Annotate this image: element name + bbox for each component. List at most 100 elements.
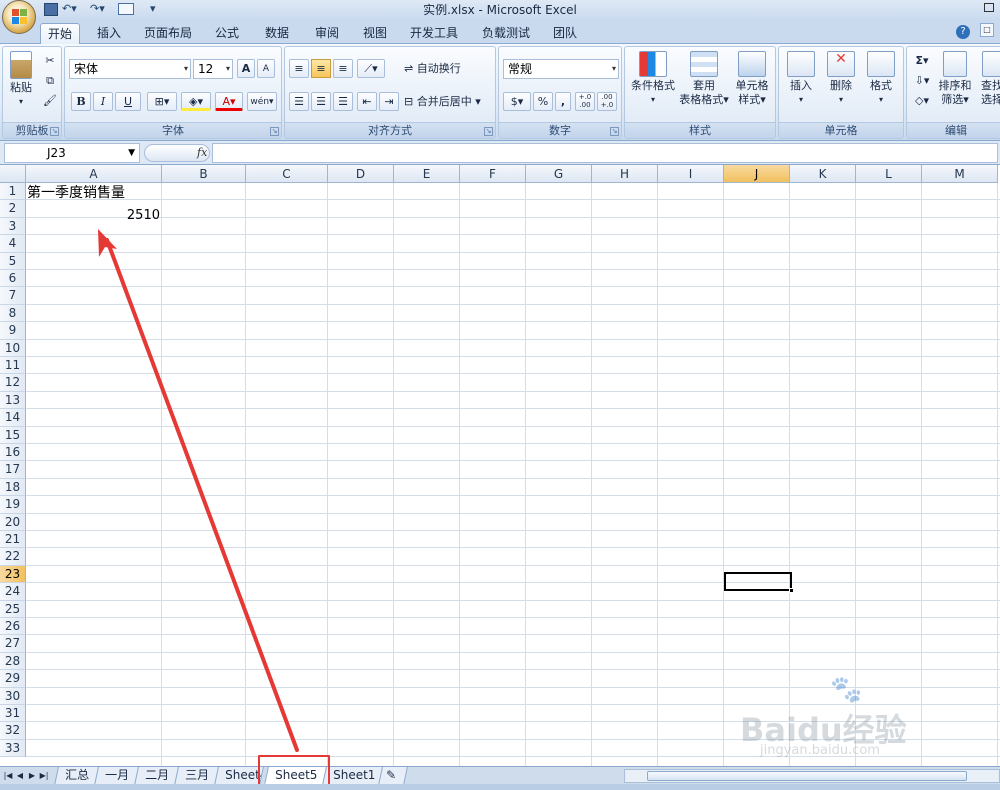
number-launcher-icon[interactable]: ↘ <box>610 127 619 136</box>
currency-icon[interactable]: $▾ <box>503 92 531 111</box>
column-header-l[interactable]: L <box>856 165 922 183</box>
help-icon[interactable]: ? <box>956 25 970 39</box>
row-header-7[interactable]: 7 <box>0 287 26 305</box>
tab-insert[interactable]: 插入 <box>90 23 128 44</box>
column-header-g[interactable]: G <box>526 165 592 183</box>
cut-icon[interactable]: ✂ <box>41 51 59 70</box>
first-sheet-icon[interactable]: |◀ <box>2 769 14 783</box>
grow-font-button[interactable]: A <box>237 59 255 78</box>
borders-icon[interactable]: ⊞▾ <box>147 92 177 111</box>
cell-a1[interactable]: 第一季度销售量 <box>27 185 125 202</box>
tab-formulas[interactable]: 公式 <box>208 23 246 44</box>
column-header-m[interactable]: M <box>922 165 998 183</box>
row-header-18[interactable]: 18 <box>0 478 26 497</box>
row-header-24[interactable]: 24 <box>0 583 26 601</box>
ribbon-close-icon[interactable]: □ <box>980 23 994 37</box>
insert-sheet-icon[interactable]: ✎ <box>378 767 408 785</box>
sort-filter-button[interactable]: 排序和 筛选▾ <box>935 51 975 107</box>
sheet-tab-feb[interactable]: 二月 <box>134 767 180 785</box>
row-header-19[interactable]: 19 <box>0 496 26 514</box>
row-header-1[interactable]: 1 <box>0 183 26 201</box>
align-right-icon[interactable]: ☰ <box>333 92 353 111</box>
format-cells-button[interactable]: 格式 ▾ <box>861 51 901 107</box>
row-header-12[interactable]: 12 <box>0 374 26 392</box>
prev-sheet-icon[interactable]: ◀ <box>14 769 26 783</box>
row-header-27[interactable]: 27 <box>0 635 26 653</box>
merge-center-button[interactable]: ⊟ 合并后居中 ▾ <box>403 92 493 111</box>
align-top-icon[interactable]: ≡ <box>289 59 309 78</box>
column-header-k[interactable]: K <box>790 165 856 183</box>
row-header-2[interactable]: 2 <box>0 200 26 218</box>
font-launcher-icon[interactable]: ↘ <box>270 127 279 136</box>
find-select-button[interactable]: 查找 选择 <box>977 51 1000 107</box>
font-name-combo[interactable]: 宋体 ▾ <box>69 59 191 79</box>
delete-cells-button[interactable]: ✕ 删除 ▾ <box>821 51 861 107</box>
sheet-tab-summary[interactable]: 汇总 <box>54 767 100 785</box>
increase-indent-icon[interactable]: ⇥ <box>379 92 399 111</box>
row-header-23[interactable]: 23 <box>0 565 26 584</box>
cell-a2[interactable]: 2510 <box>27 207 160 224</box>
decrease-decimal-button[interactable]: .00 +.0 <box>597 92 617 111</box>
row-header-28[interactable]: 28 <box>0 652 26 671</box>
cell-styles-button[interactable]: 单元格 样式▾ <box>729 51 775 107</box>
tab-view[interactable]: 视图 <box>356 23 394 44</box>
autosum-icon[interactable]: Σ▾ <box>911 51 933 70</box>
font-size-combo[interactable]: 12 ▾ <box>193 59 233 79</box>
tab-page-layout[interactable]: 页面布局 <box>140 23 196 44</box>
fill-handle[interactable] <box>789 588 794 593</box>
tab-home[interactable]: 开始 <box>40 23 80 44</box>
shrink-font-button[interactable]: A <box>257 59 275 78</box>
row-header-22[interactable]: 22 <box>0 548 26 566</box>
underline-button[interactable]: U <box>115 92 141 111</box>
tab-team[interactable]: 团队 <box>546 23 584 44</box>
align-center-icon[interactable]: ☰ <box>311 92 331 111</box>
row-header-10[interactable]: 10 <box>0 339 26 357</box>
clipboard-launcher-icon[interactable]: ↘ <box>50 127 59 136</box>
horizontal-scrollbar[interactable] <box>624 769 1000 783</box>
fill-color-icon[interactable]: ◈▾ <box>181 92 211 111</box>
decrease-indent-icon[interactable]: ⇤ <box>357 92 377 111</box>
row-header-8[interactable]: 8 <box>0 304 26 323</box>
comma-button[interactable]: , <box>555 92 571 111</box>
row-header-31[interactable]: 31 <box>0 705 26 723</box>
scrollbar-thumb[interactable] <box>647 771 967 781</box>
row-header-14[interactable]: 14 <box>0 409 26 427</box>
row-header-33[interactable]: 33 <box>0 739 26 758</box>
insert-function-icon[interactable]: fx <box>197 146 207 159</box>
restore-window-icon[interactable] <box>984 3 994 12</box>
row-header-20[interactable]: 20 <box>0 513 26 531</box>
increase-decimal-button[interactable]: +.0 .00 <box>575 92 595 111</box>
column-header-j[interactable]: J <box>724 165 790 183</box>
active-cell-j23[interactable] <box>724 572 794 593</box>
row-header-5[interactable]: 5 <box>0 252 26 270</box>
column-header-i[interactable]: I <box>658 165 724 183</box>
sheet-tab-sheet4[interactable]: Sheet4 <box>214 767 264 785</box>
row-header-17[interactable]: 17 <box>0 461 26 479</box>
paste-button[interactable]: 粘贴 ▾ <box>5 51 37 109</box>
italic-button[interactable]: I <box>93 92 113 111</box>
column-header-a[interactable]: A <box>26 165 162 183</box>
tab-load-test[interactable]: 负载测试 <box>476 23 536 44</box>
column-header-f[interactable]: F <box>460 165 526 183</box>
wrap-text-button[interactable]: ⇌ 自动换行 <box>403 59 473 78</box>
row-header-29[interactable]: 29 <box>0 670 26 688</box>
column-header-d[interactable]: D <box>328 165 394 183</box>
row-header-16[interactable]: 16 <box>0 444 26 462</box>
row-header-25[interactable]: 25 <box>0 600 26 618</box>
copy-icon[interactable]: ⧉ <box>41 71 59 90</box>
row-header-4[interactable]: 4 <box>0 235 26 253</box>
row-header-30[interactable]: 30 <box>0 687 26 705</box>
row-header-6[interactable]: 6 <box>0 270 26 288</box>
format-painter-icon[interactable]: 🖌 <box>41 91 59 110</box>
row-header-21[interactable]: 21 <box>0 531 26 549</box>
align-middle-icon[interactable]: ≡ <box>311 59 331 78</box>
name-box[interactable]: J23 ▼ <box>4 143 140 163</box>
clear-icon[interactable]: ◇▾ <box>911 91 933 110</box>
sheet-tab-sheet1[interactable]: Sheet1 <box>322 767 387 785</box>
format-as-table-button[interactable]: 套用 表格格式▾ <box>679 51 729 107</box>
column-header-c[interactable]: C <box>246 165 328 183</box>
tab-data[interactable]: 数据 <box>258 23 296 44</box>
column-header-b[interactable]: B <box>162 165 246 183</box>
row-header-13[interactable]: 13 <box>0 391 26 410</box>
number-format-combo[interactable]: 常规 ▾ <box>503 59 619 79</box>
